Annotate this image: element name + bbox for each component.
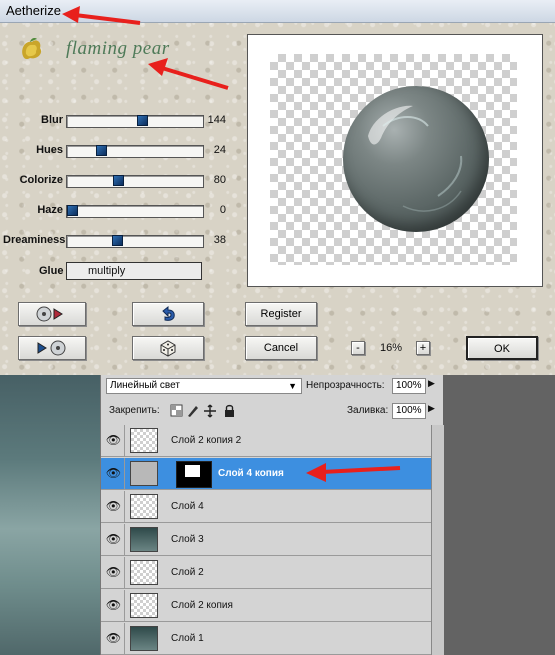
blend-mode-value: Линейный свет	[110, 380, 180, 391]
lock-label: Закрепить:	[109, 405, 160, 416]
eye-icon[interactable]: 👁	[103, 623, 125, 654]
chevron-down-icon: ▼	[288, 381, 297, 391]
zoom-in-button[interactable]: +	[416, 341, 430, 355]
disc-load-icon	[36, 306, 63, 322]
reset-button[interactable]	[132, 302, 204, 326]
slider-thumb[interactable]	[96, 145, 107, 156]
layers-scrollbar[interactable]	[431, 425, 444, 655]
opacity-input[interactable]: 100%	[392, 378, 426, 394]
layer-name: Слой 1	[171, 633, 204, 644]
layer-thumbnail	[130, 527, 158, 552]
lock-all-icon	[225, 404, 234, 417]
register-button[interactable]: Register	[245, 302, 317, 326]
layer-thumbnail	[130, 593, 158, 618]
title-bar: Aetherize	[0, 0, 555, 23]
slider-value: 0	[219, 204, 226, 216]
eye-icon[interactable]: 👁	[103, 590, 125, 621]
slider-track[interactable]	[66, 145, 204, 158]
layer-thumbnail	[130, 560, 158, 585]
slider-value: 80	[213, 174, 226, 186]
lock-icons[interactable]	[170, 404, 240, 418]
eye-icon[interactable]: 👁	[103, 425, 125, 456]
layer-row[interactable]: 👁 Слой 3	[101, 524, 431, 556]
layer-mask-thumbnail[interactable]	[176, 461, 212, 488]
fill-input[interactable]: 100%	[392, 403, 426, 419]
slider-value: 24	[213, 144, 226, 156]
brand-name: flaming pear	[66, 38, 170, 59]
dice-icon	[160, 340, 176, 357]
lock-position-icon	[204, 404, 216, 418]
randomize-button[interactable]	[132, 336, 204, 360]
opacity-dropdown-icon[interactable]: ▶	[428, 378, 440, 394]
layer-row[interactable]: 👁 Слой 2 копия 2	[101, 425, 431, 457]
layer-thumbnail	[130, 428, 158, 453]
transparency-checkerboard	[270, 54, 517, 265]
eye-icon[interactable]: 👁	[103, 557, 125, 588]
eye-icon[interactable]: 👁	[103, 491, 125, 522]
slider-track[interactable]	[66, 115, 204, 128]
glue-select[interactable]: multiply	[66, 262, 202, 280]
slider-track[interactable]	[66, 205, 204, 218]
slider-label: Dreaminess	[3, 234, 66, 246]
slider-label: Haze	[37, 204, 63, 216]
slider-label: Hues	[36, 144, 63, 156]
slider-label: Colorize	[19, 174, 63, 186]
glue-label: Glue	[39, 265, 64, 277]
slider-label: Blur	[41, 114, 63, 126]
layer-name: Слой 3	[171, 534, 204, 545]
lock-transparency-icon	[170, 404, 183, 417]
layer-name: Слой 2 копия	[171, 600, 233, 611]
aetherize-window: Aetherize flaming pear Blur 144 Hues 24 Colo…	[0, 0, 555, 375]
workspace-background	[443, 375, 555, 655]
fill-dropdown-icon[interactable]: ▶	[428, 403, 440, 419]
slider-value: 144	[207, 114, 226, 126]
flaming-pear-logo-icon	[22, 38, 42, 60]
lock-pixels-icon	[188, 406, 198, 417]
slider-value: 38	[213, 234, 226, 246]
cancel-button[interactable]: Cancel	[245, 336, 317, 360]
slider-track[interactable]	[66, 235, 204, 248]
slider-track[interactable]	[66, 175, 204, 188]
layer-name: Слой 2 копия 2	[171, 435, 242, 446]
preview-panel	[247, 34, 543, 287]
slider-thumb[interactable]	[113, 175, 124, 186]
layer-thumbnail	[130, 626, 158, 651]
zoom-level: 16%	[380, 342, 403, 354]
layer-row[interactable]: 👁 Слой 4	[101, 491, 431, 523]
blend-mode-select[interactable]: Линейный свет ▼	[106, 378, 302, 394]
slider-thumb[interactable]	[137, 115, 148, 126]
load-preset-button[interactable]	[18, 302, 86, 326]
layer-name: Слой 4	[171, 501, 204, 512]
window-title: Aetherize	[6, 3, 61, 18]
fill-label: Заливка:	[347, 405, 389, 416]
zoom-out-button[interactable]: -	[351, 341, 365, 355]
canvas-photo	[0, 375, 100, 655]
eye-icon[interactable]: 👁	[103, 524, 125, 555]
layer-row[interactable]: 👁 Слой 4 копия	[101, 458, 431, 490]
slider-thumb[interactable]	[67, 205, 78, 216]
layer-row[interactable]: 👁 Слой 2 копия	[101, 590, 431, 622]
save-preset-button[interactable]	[18, 336, 86, 360]
eye-icon[interactable]: 👁	[103, 458, 125, 489]
undo-arrow-icon	[162, 305, 175, 321]
layer-name: Слой 4 копия	[218, 468, 284, 479]
layer-thumbnail	[130, 461, 212, 488]
slider-thumb[interactable]	[112, 235, 123, 246]
ok-button[interactable]: OK	[466, 336, 538, 360]
layer-row[interactable]: 👁 Слой 2	[101, 557, 431, 589]
layer-row[interactable]: 👁 Слой 1	[101, 623, 431, 655]
opacity-label: Непрозрачность:	[306, 380, 385, 391]
preview-sphere	[343, 86, 489, 232]
layer-thumbnail	[130, 494, 158, 519]
layer-name: Слой 2	[171, 567, 204, 578]
disc-save-icon	[37, 340, 66, 356]
